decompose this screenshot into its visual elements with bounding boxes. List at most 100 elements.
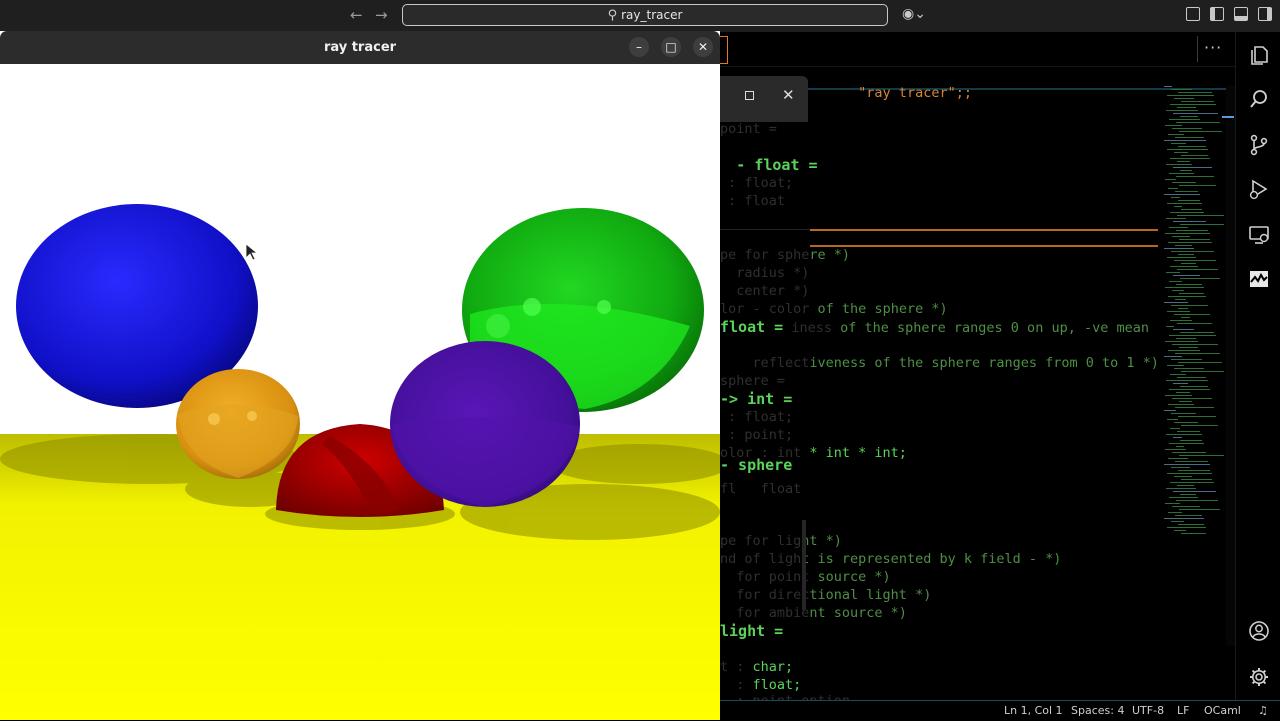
code-editor[interactable]: ··· "ray tracer";; point = - float = : fl… (720, 32, 1235, 709)
editor-tab-active[interactable] (720, 36, 728, 64)
code-line[interactable]: lor - color of the sphere *) (720, 300, 948, 318)
code-line[interactable]: reflectiveness of the sphere ranges from… (720, 354, 1159, 372)
language-mode[interactable]: OCaml (1204, 704, 1241, 717)
extension-view-icon[interactable] (1248, 268, 1270, 290)
search-icon[interactable] (1248, 88, 1270, 110)
account-icon[interactable] (1248, 620, 1270, 642)
minimap-line (1180, 332, 1214, 333)
maximize-icon[interactable]: □ (661, 37, 681, 57)
toggle-secondary-sidebar-icon[interactable] (1258, 7, 1272, 21)
code-line[interactable]: : point; (720, 426, 793, 444)
code-line[interactable]: : float; (720, 408, 793, 426)
code-line[interactable]: -> int = (720, 390, 792, 408)
green-sphere-highlight (597, 300, 611, 314)
minimap-line (1177, 377, 1206, 378)
minimap-line (1176, 446, 1184, 447)
minimap-line (1181, 209, 1202, 210)
minimap-line (1170, 158, 1210, 159)
minimap-line (1170, 266, 1198, 267)
code-line[interactable]: pe for light *) (720, 532, 842, 550)
minimap-line (1168, 188, 1178, 189)
minimap-line (1168, 242, 1212, 243)
minimap-slider[interactable] (1222, 116, 1234, 118)
window-title-bar[interactable]: ray tracer – □ ✕ (0, 31, 720, 64)
toggle-primary-sidebar-icon[interactable] (1210, 7, 1224, 21)
notifications-bell-icon[interactable]: ♫ (1258, 704, 1268, 717)
run-debug-icon[interactable] (1248, 178, 1270, 200)
minimap-line (1170, 212, 1204, 213)
editor-scrollbar[interactable] (1226, 86, 1235, 646)
code-line[interactable]: nd of light is represented by k field - … (720, 550, 1061, 568)
minimap-line (1173, 275, 1200, 276)
minimap-line (1172, 398, 1212, 399)
minimap-line (1178, 146, 1206, 147)
minimap-line (1169, 119, 1200, 120)
copilot-icon[interactable]: ◉⌄ (902, 6, 926, 22)
settings-gear-icon[interactable] (1248, 666, 1270, 688)
more-actions-icon[interactable]: ··· (1204, 38, 1222, 57)
code-line[interactable]: : float; (720, 174, 793, 192)
file-encoding[interactable]: UTF-8 (1132, 704, 1164, 717)
close-icon[interactable]: ✕ (693, 37, 713, 57)
code-line[interactable]: - sphere (720, 456, 792, 474)
minimap-line (1172, 506, 1200, 507)
maximize-icon[interactable] (745, 91, 754, 100)
code-line[interactable]: radius *) (720, 264, 809, 282)
command-center-search[interactable]: ⚲ ray_tracer (402, 4, 888, 26)
minimap-line (1169, 443, 1204, 444)
minimap-line (1179, 131, 1222, 132)
cursor-position[interactable]: Ln 1, Col 1 (1004, 704, 1063, 717)
editor-overlay-bar (802, 520, 806, 610)
code-line[interactable]: t : char; (720, 658, 793, 676)
minimap[interactable] (1160, 86, 1224, 546)
code-line[interactable]: center *) (720, 282, 809, 300)
minimap-line (1169, 497, 1198, 498)
minimap-line (1166, 326, 1174, 327)
source-control-icon[interactable] (1248, 134, 1270, 156)
explorer-icon[interactable] (1248, 44, 1270, 66)
forward-arrow-icon[interactable]: → (375, 6, 388, 24)
minimap-line (1164, 194, 1200, 195)
minimize-icon[interactable]: – (629, 37, 649, 57)
code-line[interactable]: pe for sphere *) (720, 246, 850, 264)
minimap-line (1171, 305, 1208, 306)
code-token: float = (720, 318, 784, 336)
minimap-line (1173, 329, 1194, 330)
activity-bar (1235, 32, 1280, 700)
indentation[interactable]: Spaces: 4 (1071, 704, 1124, 717)
code-token: "ray tracer";; (858, 85, 972, 101)
minimap-line (1170, 482, 1214, 483)
minimap-line (1173, 221, 1206, 222)
code-line[interactable]: sphere = (720, 372, 785, 390)
end-of-line[interactable]: LF (1177, 704, 1189, 717)
code-line[interactable]: point = (720, 120, 777, 138)
minimap-line (1169, 227, 1188, 228)
code-line[interactable]: light = (720, 622, 783, 640)
minimap-line (1175, 407, 1214, 408)
status-bar: Ln 1, Col 1 Spaces: 4 UTF-8 LF OCaml ♫ (720, 700, 1280, 721)
code-token: pe for lig (720, 533, 802, 549)
minimap-line (1165, 449, 1186, 450)
code-line[interactable]: for directional light *) (720, 586, 931, 604)
code-token: char; (752, 659, 794, 675)
code-token: re *) (809, 247, 851, 263)
customize-layout-icon[interactable] (1186, 7, 1200, 21)
minimap-line (1164, 518, 1204, 519)
code-line[interactable]: float = iness of the sphere ranges 0 on … (720, 318, 1149, 336)
close-icon[interactable]: ✕ (782, 86, 795, 104)
green-sphere-highlight (523, 298, 541, 316)
code-token: -> int = (720, 390, 793, 408)
back-arrow-icon[interactable]: ← (350, 6, 363, 24)
code-line[interactable]: fl float (720, 480, 801, 498)
toggle-panel-icon[interactable] (1234, 7, 1248, 21)
minimap-line (1167, 311, 1190, 312)
code-line[interactable]: - float = (720, 156, 817, 174)
minimap-line (1167, 527, 1206, 528)
code-line[interactable]: : float (720, 192, 785, 210)
minimap-line (1180, 278, 1220, 279)
minimap-line (1164, 464, 1210, 465)
code-line[interactable]: for ambient source *) (720, 604, 907, 622)
minimap-line (1171, 143, 1186, 144)
minimap-line (1181, 155, 1208, 156)
remote-explorer-icon[interactable] (1248, 224, 1270, 246)
